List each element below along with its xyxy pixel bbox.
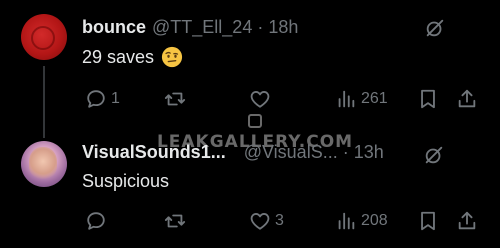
- display-name[interactable]: bounce: [82, 17, 146, 38]
- repost-icon: [164, 92, 186, 106]
- post-text: Suspicious: [82, 171, 169, 192]
- post-text: 29 saves: [82, 46, 183, 68]
- bookmark-button[interactable]: [417, 86, 439, 112]
- bookmark-button[interactable]: [417, 208, 439, 234]
- views-count: 208: [361, 212, 388, 229]
- bookmark-icon: [421, 211, 435, 231]
- action-bar: 1 261: [0, 86, 500, 112]
- user-handle[interactable]: @TT_Ell_24: [152, 17, 252, 38]
- avatar[interactable]: [21, 14, 67, 60]
- like-count: 3: [275, 212, 284, 229]
- share-button[interactable]: [456, 86, 478, 112]
- views-button[interactable]: 261: [335, 86, 388, 112]
- views-button[interactable]: 208: [335, 208, 388, 234]
- views-count: 261: [361, 90, 388, 107]
- face-with-raised-eyebrow-icon: [161, 46, 183, 68]
- heart-icon: [250, 91, 270, 108]
- share-icon: [458, 89, 476, 108]
- share-button[interactable]: [456, 208, 478, 234]
- reply-count: 1: [111, 90, 120, 107]
- user-handle[interactable]: @VisualS...: [244, 142, 338, 163]
- timestamp[interactable]: 18h: [268, 17, 298, 38]
- display-name[interactable]: VisualSounds1...: [82, 142, 226, 163]
- views-icon: [338, 90, 355, 108]
- grok-icon[interactable]: [424, 17, 446, 39]
- repost-button[interactable]: [164, 86, 190, 112]
- heart-icon: [250, 213, 270, 230]
- reply-icon: [87, 212, 105, 230]
- repost-icon: [164, 214, 186, 228]
- separator: ·: [342, 142, 349, 162]
- post-text-content: 29 saves: [82, 46, 155, 67]
- repost-button[interactable]: [164, 208, 190, 234]
- grok-icon[interactable]: [423, 144, 445, 166]
- reply-icon: [87, 90, 105, 108]
- like-button[interactable]: [249, 86, 275, 112]
- bookmark-icon: [421, 89, 435, 109]
- separator: ·: [257, 17, 264, 37]
- post-1[interactable]: bounce @TT_Ell_24 · 18h 29 saves 1 261: [0, 0, 500, 138]
- share-icon: [458, 211, 476, 230]
- like-button[interactable]: 3: [249, 208, 284, 234]
- action-bar: 3 208: [0, 208, 500, 234]
- avatar[interactable]: [21, 141, 67, 187]
- reply-button[interactable]: 1: [85, 86, 120, 112]
- timestamp[interactable]: 13h: [354, 142, 384, 163]
- post-header: bounce @TT_Ell_24 · 18h: [82, 17, 298, 38]
- post-2[interactable]: VisualSounds1... @VisualS... · 13h Suspi…: [0, 128, 500, 248]
- post-header: VisualSounds1... @VisualS... · 13h: [82, 142, 384, 163]
- post-text-content: Suspicious: [82, 171, 170, 191]
- reply-button[interactable]: [85, 208, 111, 234]
- views-icon: [338, 212, 355, 230]
- watermark-logo-icon: [248, 114, 262, 128]
